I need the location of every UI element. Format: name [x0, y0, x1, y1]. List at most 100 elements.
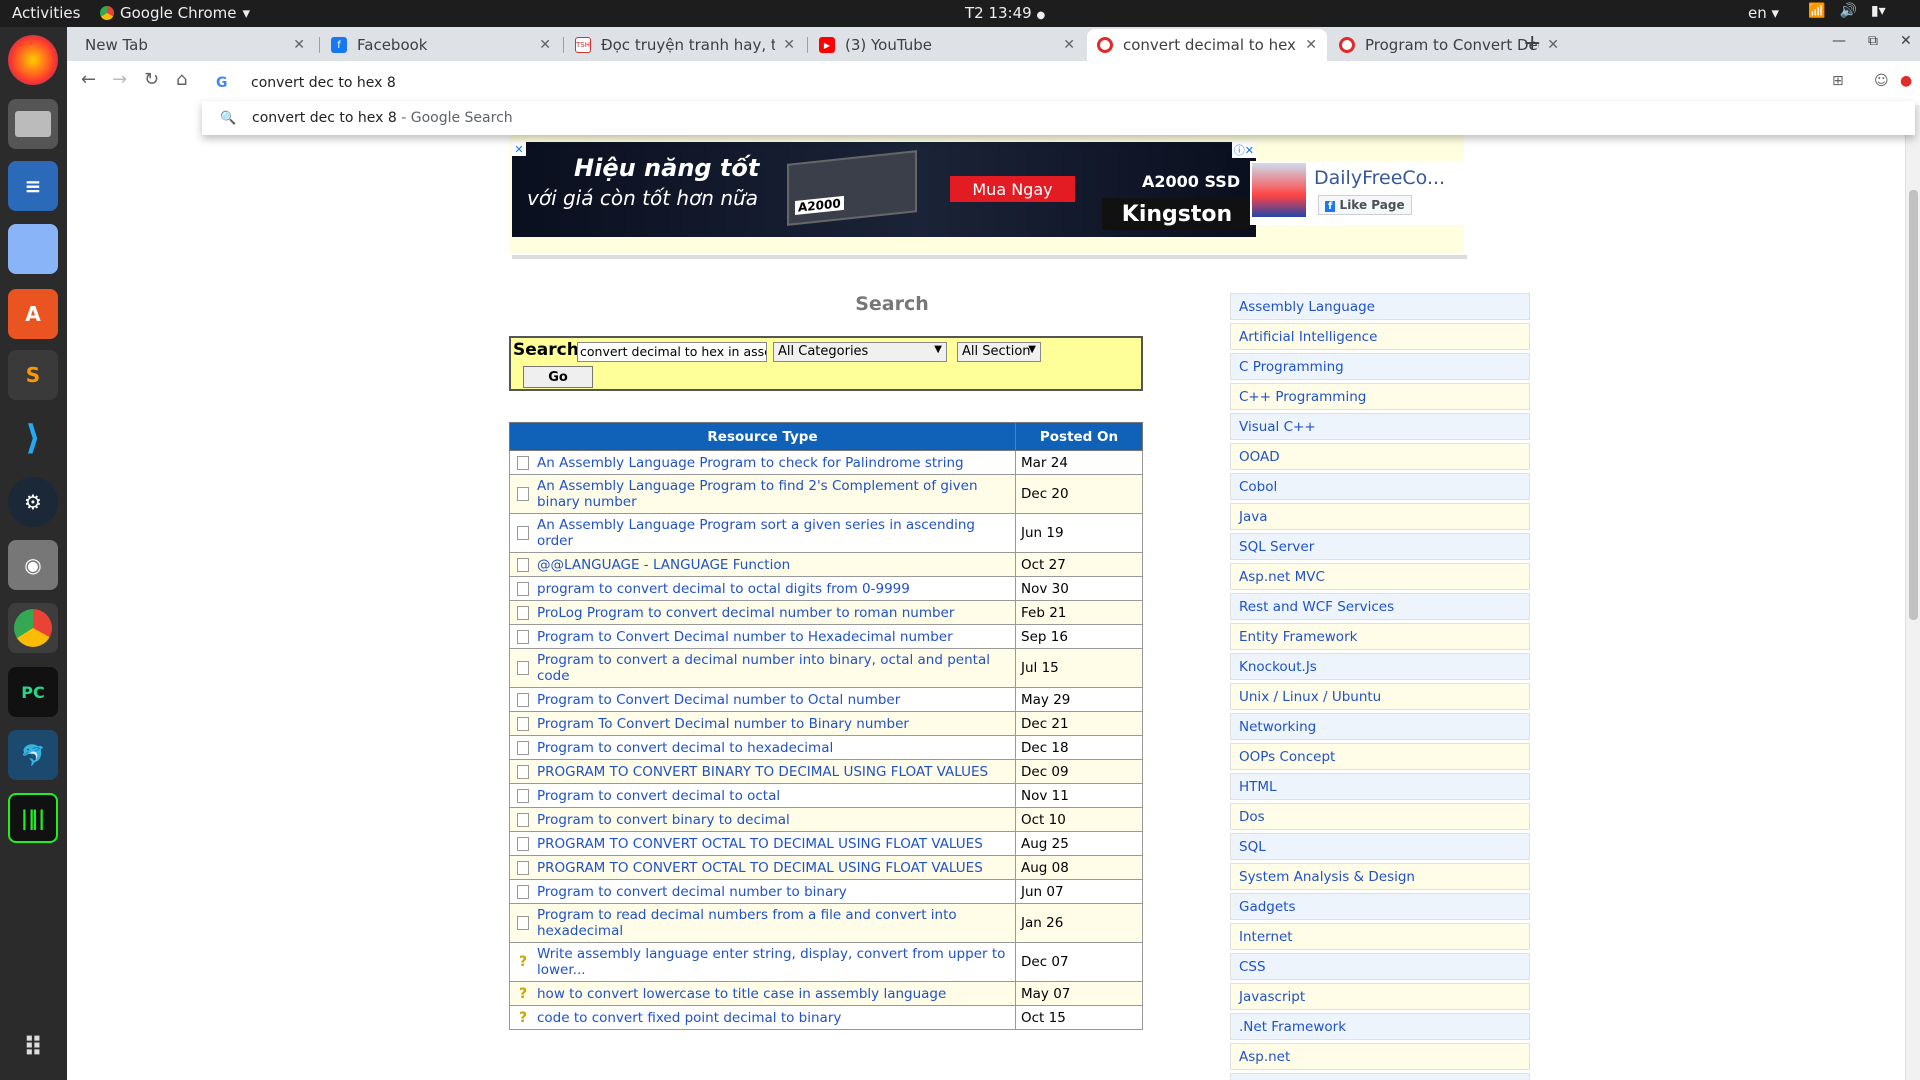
home-icon[interactable]: ⌂ — [176, 69, 187, 90]
resource-link[interactable]: PROGRAM TO CONVERT OCTAL TO DECIMAL USIN… — [537, 860, 983, 876]
category-select[interactable]: All Categories ▼ — [773, 342, 947, 362]
category-link[interactable]: OOAD — [1230, 443, 1530, 470]
sublime-icon[interactable]: S — [8, 350, 58, 400]
category-link[interactable]: Gadgets — [1230, 893, 1530, 920]
resource-link[interactable]: PROGRAM TO CONVERT BINARY TO DECIMAL USI… — [537, 764, 988, 780]
close-icon[interactable]: ✕ — [1063, 37, 1075, 53]
close-icon[interactable]: ✕ — [512, 142, 526, 156]
activities-button[interactable]: Activities — [12, 4, 80, 22]
category-link[interactable]: Java — [1230, 503, 1530, 530]
like-page-button[interactable]: f Like Page — [1318, 195, 1412, 215]
category-link[interactable]: Visual C++ — [1230, 413, 1530, 440]
profile-icon[interactable]: ☺ — [1874, 73, 1889, 89]
extension-icon[interactable]: ● — [1900, 73, 1912, 89]
category-link[interactable]: Unix / Linux / Ubuntu — [1230, 683, 1530, 710]
category-link[interactable]: Asp.net MVC — [1230, 563, 1530, 590]
fb-page-name[interactable]: DailyFreeCo... — [1314, 167, 1445, 189]
resource-link[interactable]: An Assembly Language Program to find 2's… — [537, 478, 978, 510]
terminal-icon[interactable]: |‖| — [8, 793, 58, 843]
resource-link[interactable]: code to convert fixed point decimal to b… — [537, 1010, 841, 1026]
resource-link[interactable]: Program To Convert Decimal number to Bin… — [537, 716, 909, 732]
chrome-dock-icon[interactable] — [8, 603, 58, 653]
resource-link[interactable]: PROGRAM TO CONVERT OCTAL TO DECIMAL USIN… — [537, 836, 983, 852]
omnibox-suggestion[interactable]: 🔍 convert dec to hex 8 - Google Search — [202, 101, 1915, 135]
close-icon[interactable]: ✕ — [1547, 37, 1559, 53]
page-scrollbar[interactable] — [1905, 105, 1920, 1080]
resource-link[interactable]: Program to convert decimal to octal — [537, 788, 780, 804]
forward-arrow-icon[interactable]: → — [112, 69, 127, 90]
files-icon[interactable] — [8, 99, 58, 149]
category-link[interactable]: Dos — [1230, 803, 1530, 830]
resource-link[interactable]: Write assembly language enter string, di… — [537, 946, 1005, 978]
category-link[interactable]: .Net Framework — [1230, 1013, 1530, 1040]
category-link[interactable]: CSS — [1230, 953, 1530, 980]
address-input[interactable]: convert dec to hex 8 — [251, 75, 396, 91]
close-icon[interactable]: ✕ — [539, 37, 551, 53]
software-center-icon[interactable]: A — [8, 289, 58, 339]
kingston-ad-banner[interactable]: ✕ ⓘ✕ Hiệu năng tốt với giá còn tốt hơn n… — [512, 142, 1256, 237]
app-menu[interactable]: Google Chrome ▾ — [100, 4, 250, 22]
minimize-icon[interactable]: — — [1832, 33, 1846, 49]
apps-grid-icon[interactable]: ⠿ — [8, 1023, 58, 1073]
search-input[interactable]: convert decimal to hex in assembly la — [577, 342, 767, 362]
category-link[interactable]: Entity Framework — [1230, 623, 1530, 650]
buy-now-button[interactable]: Mua Ngay — [950, 176, 1075, 202]
steam-icon[interactable]: ⚙ — [8, 477, 58, 527]
resource-link[interactable]: An Assembly Language Program to check fo… — [537, 455, 964, 471]
go-button[interactable]: Go — [523, 366, 593, 388]
category-link[interactable]: Rest and WCF Services — [1230, 593, 1530, 620]
writer-icon[interactable]: ≡ — [8, 161, 58, 211]
facebook-page-widget[interactable]: DailyFreeCo... f Like Page — [1250, 161, 1480, 225]
resource-link[interactable]: ProLog Program to convert decimal number… — [537, 605, 954, 621]
reload-icon[interactable]: ↻ — [144, 69, 159, 90]
close-icon[interactable]: ✕ — [783, 37, 795, 53]
tab-new-tab[interactable]: New Tab ✕ — [75, 29, 315, 61]
resource-link[interactable]: program to convert decimal to octal digi… — [537, 581, 910, 597]
category-link[interactable]: HTML — [1230, 773, 1530, 800]
category-link[interactable]: Knockout.Js — [1230, 653, 1530, 680]
category-link[interactable]: C Programming — [1230, 353, 1530, 380]
resource-link[interactable]: Program to convert decimal number to bin… — [537, 884, 847, 900]
category-link[interactable]: Internet — [1230, 923, 1530, 950]
tab-truyen[interactable]: TSH Đọc truyện tranh hay, tr ✕ — [565, 29, 805, 61]
resource-link[interactable]: @@LANGUAGE - LANGUAGE Function — [537, 557, 790, 573]
category-link[interactable]: Artificial Intelligence — [1230, 323, 1530, 350]
language-indicator[interactable]: en ▾ — [1748, 4, 1779, 22]
resource-link[interactable]: Program to convert a decimal number into… — [537, 652, 990, 684]
mysql-workbench-icon[interactable]: 🐬 — [8, 730, 58, 780]
category-link[interactable]: OOPs Concept — [1230, 743, 1530, 770]
tab-youtube[interactable]: ▶ (3) YouTube ✕ — [809, 29, 1085, 61]
resource-link[interactable]: how to convert lowercase to title case i… — [537, 986, 946, 1002]
vscode-icon[interactable]: ⟩ — [8, 413, 58, 463]
category-link[interactable]: Javascript — [1230, 983, 1530, 1010]
firefox-icon[interactable] — [8, 35, 58, 85]
scrollbar-thumb[interactable] — [1909, 190, 1918, 620]
category-link[interactable]: C++ Programming — [1230, 383, 1530, 410]
ad-info-icon[interactable]: ⓘ✕ — [1231, 142, 1256, 158]
tab-facebook[interactable]: f Facebook ✕ — [321, 29, 561, 61]
back-arrow-icon[interactable]: ← — [81, 69, 96, 90]
resource-link[interactable]: Program to convert binary to decimal — [537, 812, 790, 828]
close-window-icon[interactable]: ✕ — [1900, 33, 1912, 49]
close-icon[interactable]: ✕ — [293, 37, 305, 53]
category-link[interactable]: System Analysis & Design — [1230, 863, 1530, 890]
section-select[interactable]: All Section ▼ — [957, 342, 1041, 362]
new-tab-button[interactable]: + — [1523, 31, 1541, 56]
box-icon[interactable] — [8, 224, 58, 274]
close-icon[interactable]: ✕ — [1305, 37, 1317, 53]
system-tray[interactable]: 📶 🔊 ▮▾ — [1808, 3, 1886, 19]
tab-convert-decimal[interactable]: convert decimal to hex in ✕ — [1087, 29, 1327, 61]
resource-link[interactable]: An Assembly Language Program sort a give… — [537, 517, 975, 549]
clock[interactable]: T2 13:49 ● — [965, 4, 1045, 22]
resource-link[interactable]: Program to Convert Decimal number to Hex… — [537, 629, 953, 645]
camera-icon[interactable]: ◉ — [8, 540, 58, 590]
maximize-icon[interactable]: ⧉ — [1868, 33, 1878, 49]
category-link[interactable]: Cobol — [1230, 473, 1530, 500]
category-link[interactable]: Networking — [1230, 713, 1530, 740]
resource-link[interactable]: Program to convert decimal to hexadecima… — [537, 740, 833, 756]
category-link[interactable]: C# — [1230, 1073, 1530, 1080]
pycharm-icon[interactable]: PC — [8, 667, 58, 717]
category-link[interactable]: Assembly Language — [1230, 293, 1530, 320]
resource-link[interactable]: Program to Convert Decimal number to Oct… — [537, 692, 900, 708]
address-bar[interactable]: G convert dec to hex 8 ⊞ ☺ ● — [200, 65, 1915, 101]
